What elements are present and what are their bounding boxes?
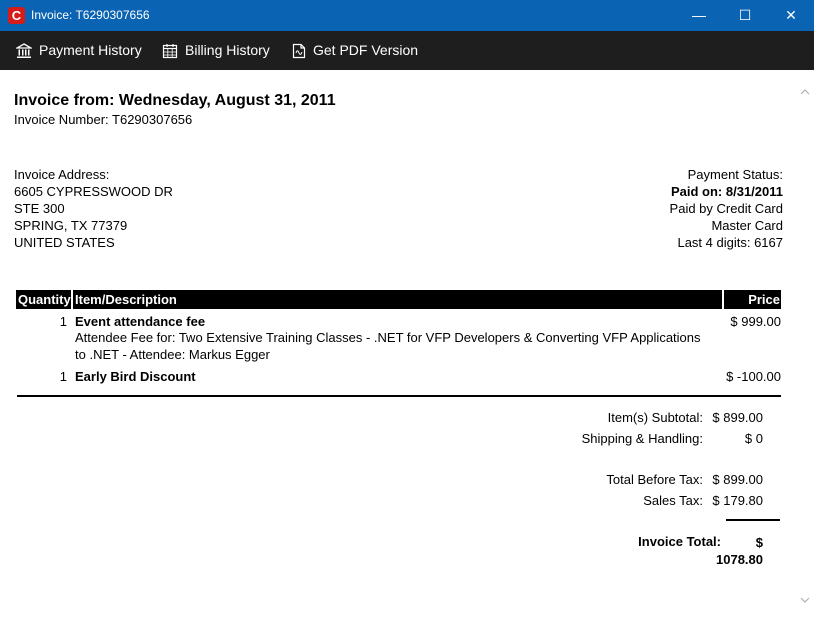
item-title: Early Bird Discount	[75, 369, 196, 384]
total-divider	[726, 519, 780, 521]
bank-icon	[16, 42, 32, 58]
address-line: 6605 CYPRESSWOOD DR	[14, 184, 173, 199]
document-icon	[292, 43, 306, 58]
item-detail: Attendee Fee for: Two Extensive Training…	[75, 330, 701, 362]
card-last4: Last 4 digits: 6167	[677, 235, 783, 250]
items-table-header: Quantity Item/Description Price	[16, 290, 781, 309]
item-quantity: 1	[59, 314, 67, 329]
sales-tax-label: Sales Tax:	[643, 493, 703, 508]
shipping-value: $ 0	[744, 431, 763, 446]
invoice-address: Invoice Address: 6605 CYPRESSWOOD DR STE…	[14, 166, 173, 251]
shipping-label: Shipping & Handling:	[581, 431, 703, 446]
column-divider	[722, 290, 724, 309]
invoice-total-value: $ 1078.80	[716, 535, 763, 567]
before-tax-label: Total Before Tax:	[606, 472, 703, 487]
maximize-button[interactable]: ☐	[722, 0, 768, 31]
maximize-icon: ☐	[738, 7, 752, 23]
description-header: Item/Description	[75, 292, 177, 307]
billing-history-label: Billing History	[185, 42, 270, 58]
invoice-title: Invoice from: Wednesday, August 31, 2011	[14, 92, 336, 109]
title-bar: C Invoice: T6290307656 — ☐ ✕	[0, 0, 814, 31]
item-quantity: 1	[59, 369, 67, 384]
column-divider	[71, 290, 73, 309]
minimize-icon: —	[692, 7, 706, 23]
chevron-down-icon[interactable]	[799, 594, 811, 606]
get-pdf-button[interactable]: Get PDF Version	[292, 31, 418, 70]
close-button[interactable]: ✕	[768, 0, 814, 31]
payment-method: Paid by Credit Card	[669, 201, 783, 216]
paid-on-date: Paid on: 8/31/2011	[670, 184, 783, 199]
table-row: 1 Event attendance fee Attendee Fee for:…	[16, 314, 781, 366]
app-logo-icon: C	[8, 7, 25, 24]
subtotal-label: Item(s) Subtotal:	[607, 410, 703, 425]
card-type: Master Card	[711, 218, 783, 233]
address-label: Invoice Address:	[14, 167, 110, 182]
invoice-view: Invoice from: Wednesday, August 31, 2011…	[0, 70, 796, 624]
close-icon: ✕	[785, 7, 797, 23]
address-line: STE 300	[14, 201, 65, 216]
quantity-header: Quantity	[18, 292, 71, 307]
before-tax-value: $ 899.00	[712, 472, 763, 487]
payment-status-label: Payment Status:	[687, 167, 783, 182]
item-description: Early Bird Discount	[75, 369, 705, 384]
payment-history-button[interactable]: Payment History	[16, 31, 142, 70]
toolbar: Payment History Billing History Get PDF …	[0, 31, 814, 70]
vertical-scrollbar[interactable]	[796, 70, 814, 624]
chevron-up-icon[interactable]	[799, 86, 811, 98]
minimize-button[interactable]: —	[676, 0, 722, 31]
window-title: Invoice: T6290307656	[31, 8, 150, 22]
payment-status: Payment Status: Paid on: 8/31/2011 Paid …	[670, 166, 783, 251]
address-line: SPRING, TX 77379	[14, 218, 128, 233]
billing-history-button[interactable]: Billing History	[162, 31, 270, 70]
table-divider	[17, 395, 781, 397]
item-price: $ -100.00	[726, 369, 781, 384]
address-line: UNITED STATES	[14, 235, 115, 250]
item-description: Event attendance fee Attendee Fee for: T…	[75, 314, 705, 363]
price-header: Price	[748, 292, 780, 307]
item-price: $ 999.00	[730, 314, 781, 329]
subtotal-value: $ 899.00	[712, 410, 763, 425]
calendar-icon	[162, 43, 178, 58]
get-pdf-label: Get PDF Version	[313, 42, 419, 58]
table-row: 1 Early Bird Discount $ -100.00	[16, 369, 781, 387]
item-title: Event attendance fee	[75, 314, 206, 329]
sales-tax-value: $ 179.80	[712, 493, 763, 508]
payment-history-label: Payment History	[39, 42, 142, 58]
invoice-number: Invoice Number: T6290307656	[14, 112, 193, 127]
